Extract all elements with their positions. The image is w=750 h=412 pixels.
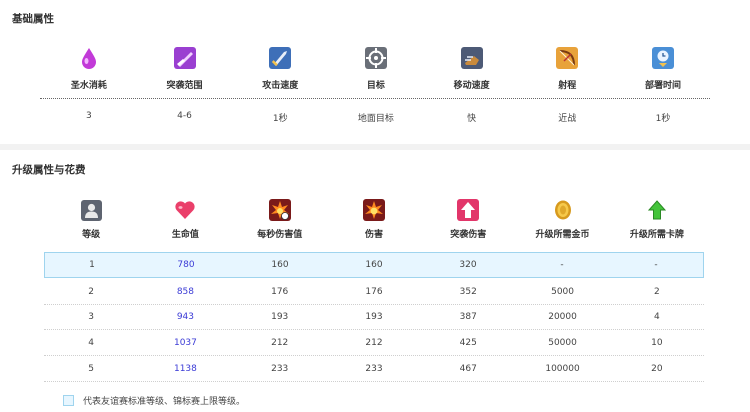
attr-target: 目标 (328, 47, 424, 91)
heart-icon (174, 199, 196, 221)
dps-explosion-icon (268, 199, 291, 221)
attr-value-range: 近战 (558, 114, 577, 124)
legend-swatch (63, 395, 74, 406)
attr-attack-speed: 攻击速度 (232, 47, 328, 91)
attr-elixir-cost: 圣水消耗 (41, 47, 137, 91)
upgrade-table-header: 等级 生命值 每秒伤害值 伤害 突袭伤害 升级所需金币 升级所需卡牌 (44, 199, 704, 240)
attr-value-target: 地面目标 (357, 114, 394, 124)
attr-charge-range: 突袭范围 (137, 47, 233, 91)
attr-deploy-time: 部署时间 (615, 47, 711, 91)
attr-value-charge-range: 4-6 (177, 111, 192, 121)
table-row: 1 780 160 160 320 - - (44, 252, 704, 278)
table-row: 4 1037 212 212 425 50000 10 (44, 330, 704, 356)
attr-value-elixir-cost: 3 (85, 111, 92, 121)
level-avatar-icon (80, 199, 102, 221)
card-upgrade-arrow-icon (646, 199, 668, 221)
table-row: 5 1138 233 233 467 100000 20 (44, 356, 704, 382)
column-header-gold-cost: 升级所需金币 (515, 199, 609, 240)
range-bow-icon (556, 47, 579, 69)
legend-text: 代表友谊赛标准等级、锦标赛上限等级。 (83, 397, 246, 407)
section-title-upgrade: 升级属性与花费 (12, 164, 86, 176)
target-icon (364, 47, 387, 69)
divider (40, 98, 710, 99)
column-header-hitpoints: 生命值 (138, 199, 232, 240)
attr-value-movement-speed: 快 (467, 114, 477, 124)
basic-attributes-values: 3 4-6 1秒 地面目标 快 近战 1秒 (41, 111, 711, 124)
attr-movement-speed: 移动速度 (424, 47, 520, 91)
deploy-time-icon (651, 47, 674, 69)
attr-value-deploy-time: 1秒 (655, 114, 671, 124)
section-title-basic: 基础属性 (12, 13, 54, 25)
table-row: 2 858 176 176 352 5000 2 (44, 279, 704, 305)
column-header-card-cost: 升级所需卡牌 (610, 199, 704, 240)
charge-range-icon (173, 47, 196, 69)
basic-attributes-labels: 圣水消耗 突袭范围 攻击速度 目标 移动速度 射程 部署时间 (41, 47, 711, 91)
table-row: 3 943 193 193 387 20000 4 (44, 304, 704, 330)
charge-damage-arrow-icon (457, 199, 480, 221)
elixir-drop-icon (78, 47, 100, 69)
basic-attributes-card: 基础属性 圣水消耗 突袭范围 攻击速度 目标 移动速度 射程 部署时间 3 4-… (0, 0, 750, 144)
column-header-level: 等级 (44, 199, 138, 240)
attr-value-attack-speed: 1秒 (272, 114, 288, 124)
movement-speed-icon (460, 47, 483, 69)
attr-range: 射程 (519, 47, 615, 91)
column-header-damage: 伤害 (327, 199, 421, 240)
column-header-dps: 每秒伤害值 (233, 199, 327, 240)
damage-explosion-icon (362, 199, 385, 221)
attack-speed-icon (269, 47, 292, 69)
column-header-charge-damage: 突袭伤害 (421, 199, 515, 240)
table-legend: 代表友谊赛标准等级、锦标赛上限等级。 (63, 394, 245, 407)
gold-coin-icon (552, 199, 574, 221)
